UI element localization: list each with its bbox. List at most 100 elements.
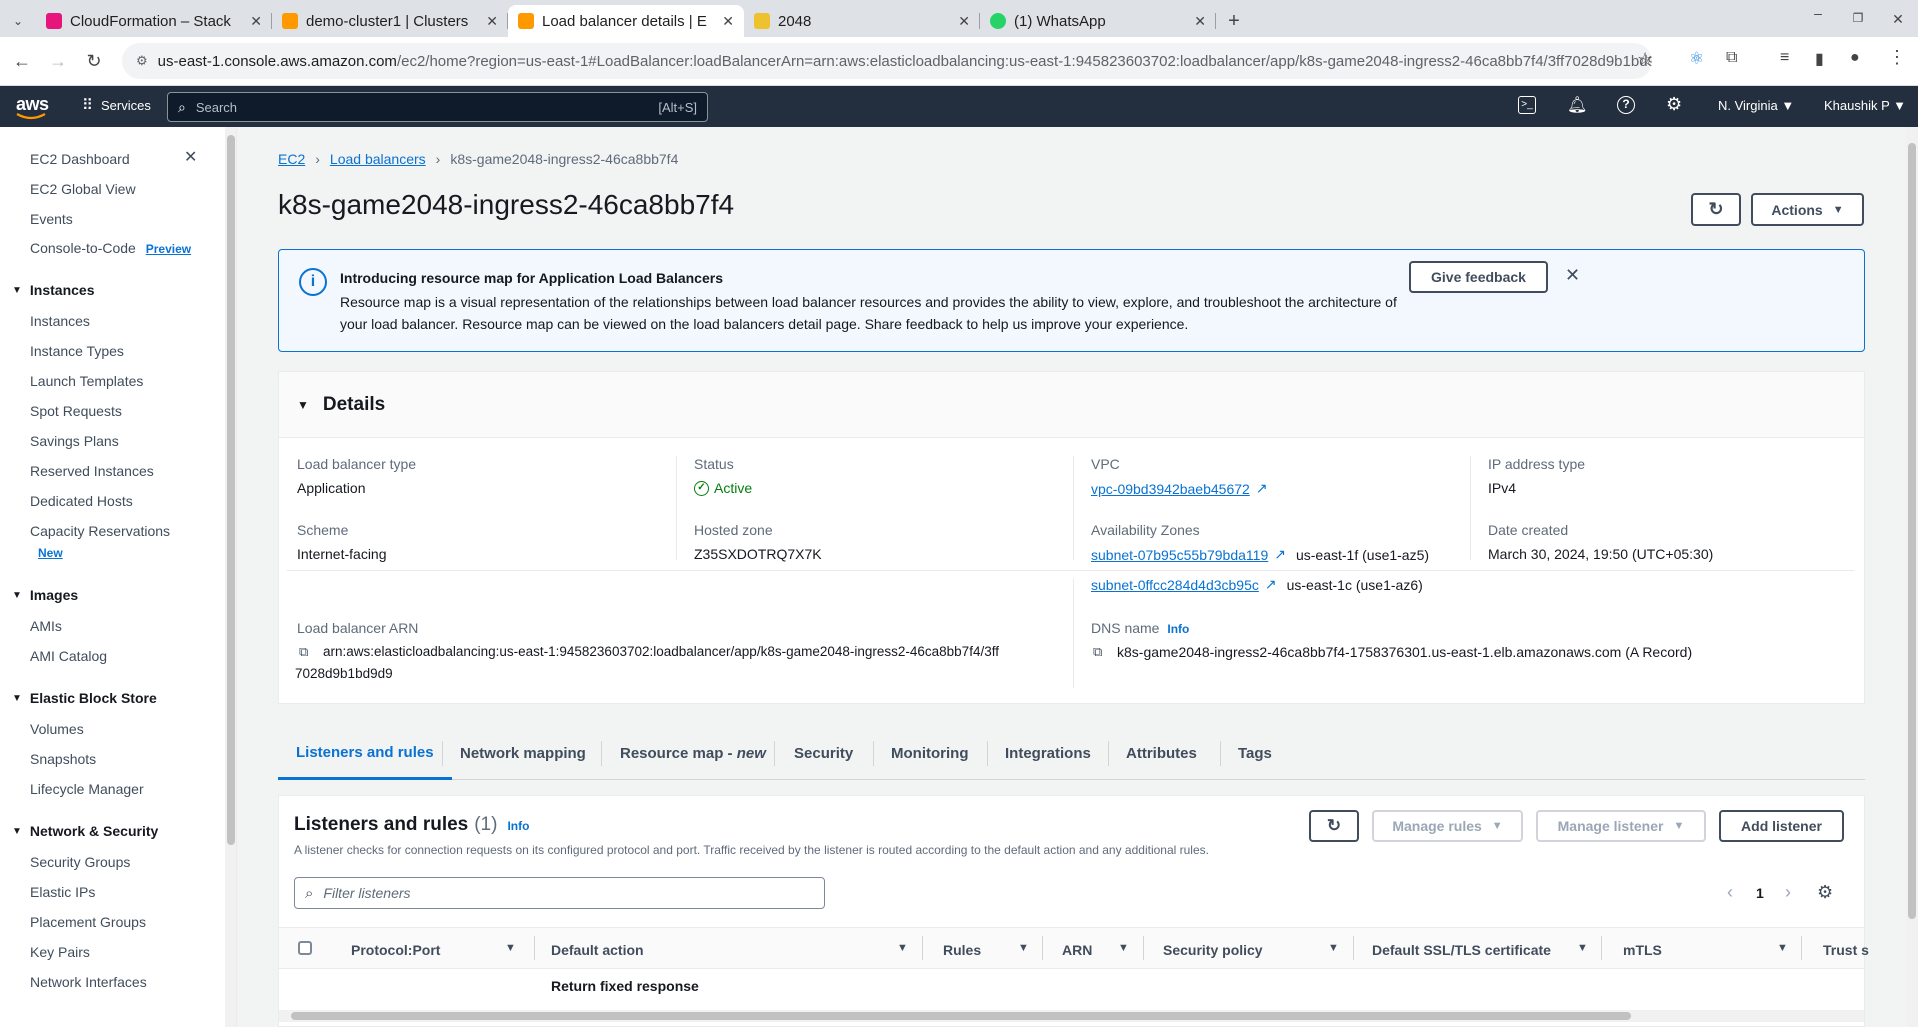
tab-search-dropdown-icon[interactable]: ⌄ (0, 5, 36, 37)
copy-arn-icon[interactable]: ⧉ (299, 644, 308, 660)
add-listener-button[interactable]: Add listener (1719, 810, 1844, 842)
sidebar-section-instances[interactable]: ▼ Instances (12, 282, 95, 298)
sidebar-item-events[interactable]: Events (30, 211, 73, 227)
profile-icon[interactable]: ● (1850, 49, 1860, 67)
sidebar-item-reserved-instances[interactable]: Reserved Instances (30, 463, 154, 479)
sidebar-item-instance-types[interactable]: Instance Types (30, 343, 124, 359)
sidebar-item-network-interfaces[interactable]: Network Interfaces (30, 974, 147, 990)
browser-tab[interactable]: demo-cluster1 | Clusters ✕ (272, 5, 508, 37)
sidebar-close-icon[interactable]: ✕ (184, 147, 197, 167)
column-security-policy[interactable]: Security policy (1163, 942, 1263, 958)
sidebar-item-instances[interactable]: Instances (30, 313, 90, 329)
info-link[interactable]: Info (1167, 622, 1189, 636)
account-menu[interactable]: Khaushik P ▼ (1824, 98, 1906, 113)
extensions-icon[interactable]: ⧉ (1726, 49, 1737, 67)
details-header[interactable]: ▼ Details (279, 372, 1864, 438)
sidebar-item-ec2-dashboard[interactable]: EC2 Dashboard (30, 151, 130, 167)
page-number[interactable]: 1 (1756, 885, 1764, 901)
actions-button[interactable]: Actions ▼ (1751, 193, 1864, 226)
bookmark-star-icon[interactable]: ☆ (1637, 49, 1653, 70)
page-scrollbar-thumb[interactable] (1908, 143, 1916, 919)
tab-tags[interactable]: Tags (1238, 727, 1272, 780)
tab-resource-map[interactable]: Resource map - new (620, 727, 766, 780)
refresh-listeners-button[interactable]: ↻ (1309, 810, 1359, 842)
close-icon[interactable]: ✕ (250, 13, 262, 30)
manage-rules-button[interactable]: Manage rules ▼ (1372, 810, 1523, 842)
tab-listeners-and-rules[interactable]: Listeners and rules (278, 727, 452, 780)
tab-monitoring[interactable]: Monitoring (891, 727, 968, 780)
sidebar-item-ami-catalog[interactable]: AMI Catalog (30, 648, 107, 664)
site-info-icon[interactable]: ⚙ (136, 53, 148, 69)
close-icon[interactable]: ✕ (486, 13, 498, 30)
column-mtls[interactable]: mTLS (1623, 942, 1662, 958)
sort-icon[interactable]: ▼ (897, 942, 908, 954)
sidebar-section-elastic-block-store[interactable]: ▼ Elastic Block Store (12, 690, 157, 706)
sort-icon[interactable]: ▼ (1328, 942, 1339, 954)
column-rules[interactable]: Rules (943, 942, 981, 958)
new-tab-icon[interactable]: + (1216, 5, 1252, 37)
sidebar-section-network-security[interactable]: ▼ Network & Security (12, 823, 158, 839)
aws-logo[interactable]: aws (16, 94, 49, 120)
column-default-action[interactable]: Default action (551, 942, 644, 958)
breadcrumb-load-balancers[interactable]: Load balancers (330, 151, 426, 167)
close-icon[interactable]: ✕ (1194, 13, 1206, 30)
tab-security[interactable]: Security (794, 727, 853, 780)
close-icon[interactable]: ✕ (722, 13, 734, 30)
browser-tab[interactable]: CloudFormation – Stack ✕ (36, 5, 272, 37)
sidebar-item-snapshots[interactable]: Snapshots (30, 751, 96, 767)
console-search-input[interactable]: ⌕ Search [Alt+S] (167, 92, 708, 122)
sidebar-item-lifecycle-manager[interactable]: Lifecycle Manager (30, 781, 144, 797)
notifications-icon[interactable]: 🔔︎ (1567, 95, 1587, 115)
column-protocol-port[interactable]: Protocol:Port (351, 942, 440, 958)
sort-icon[interactable]: ▼ (1777, 942, 1788, 954)
external-link-icon[interactable]: ↗ (1274, 546, 1286, 563)
sidebar-item-console-to-code[interactable]: Console-to-Code Preview (30, 240, 191, 256)
services-menu[interactable]: ⠿ Services (82, 96, 151, 114)
cloudshell-icon[interactable]: >_ (1518, 96, 1536, 114)
sidebar-item-launch-templates[interactable]: Launch Templates (30, 373, 143, 389)
sidebar-section-images[interactable]: ▼ Images (12, 587, 78, 603)
subnet-link[interactable]: subnet-0ffcc284d4d3cb95c (1091, 577, 1259, 593)
tab-network-mapping[interactable]: Network mapping (460, 727, 586, 780)
tab-integrations[interactable]: Integrations (1005, 727, 1091, 780)
react-devtools-icon[interactable]: ⚛ (1689, 49, 1704, 69)
browser-tab-active[interactable]: Load balancer details | E ✕ (508, 5, 744, 37)
restore-icon[interactable]: ❐ (1838, 5, 1878, 37)
close-icon[interactable]: ✕ (958, 13, 970, 30)
sidebar-scrollbar-thumb[interactable] (227, 135, 235, 845)
column-arn[interactable]: ARN (1062, 942, 1092, 958)
external-link-icon[interactable]: ↗ (1265, 576, 1277, 593)
forward-icon[interactable]: → (40, 51, 76, 72)
sidebar-item-security-groups[interactable]: Security Groups (30, 854, 130, 870)
table-settings-icon[interactable]: ⚙ (1817, 882, 1833, 903)
manage-listener-button[interactable]: Manage listener ▼ (1536, 810, 1706, 842)
side-panel-icon[interactable]: ▮ (1815, 49, 1824, 69)
column-trust-store[interactable]: Trust s (1823, 942, 1869, 958)
help-icon[interactable]: ? (1617, 96, 1635, 114)
banner-close-icon[interactable]: ✕ (1565, 265, 1580, 286)
sort-icon[interactable]: ▼ (1577, 942, 1588, 954)
sidebar-item-spot-requests[interactable]: Spot Requests (30, 403, 122, 419)
browser-tab[interactable]: (1) WhatsApp ✕ (980, 5, 1216, 37)
give-feedback-button[interactable]: Give feedback (1409, 261, 1548, 293)
reload-icon[interactable]: ↻ (76, 51, 112, 72)
window-close-icon[interactable]: ✕ (1878, 5, 1918, 37)
sidebar-item-savings-plans[interactable]: Savings Plans (30, 433, 119, 449)
sidebar-item-volumes[interactable]: Volumes (30, 721, 84, 737)
browser-menu-icon[interactable]: ⋮ (1888, 47, 1906, 68)
sort-icon[interactable]: ▼ (1018, 942, 1029, 954)
prev-page-icon[interactable]: ‹ (1727, 882, 1733, 903)
column-ssl-certificate[interactable]: Default SSL/TLS certificate (1372, 942, 1551, 958)
info-link[interactable]: Info (507, 819, 529, 833)
region-selector[interactable]: N. Virginia ▼ (1718, 98, 1794, 113)
select-all-checkbox[interactable] (298, 941, 312, 955)
breadcrumb-ec2[interactable]: EC2 (278, 151, 305, 167)
minimize-icon[interactable]: – (1798, 5, 1838, 37)
sidebar-item-elastic-ips[interactable]: Elastic IPs (30, 884, 95, 900)
sidebar-item-placement-groups[interactable]: Placement Groups (30, 914, 146, 930)
settings-icon[interactable]: ⚙ (1666, 94, 1682, 115)
url-field[interactable]: ⚙ us-east-1.console.aws.amazon.com/ec2/h… (122, 43, 1652, 79)
sort-icon[interactable]: ▼ (1118, 942, 1129, 954)
sidebar-item-dedicated-hosts[interactable]: Dedicated Hosts (30, 493, 133, 509)
sort-icon[interactable]: ▼ (505, 942, 516, 954)
